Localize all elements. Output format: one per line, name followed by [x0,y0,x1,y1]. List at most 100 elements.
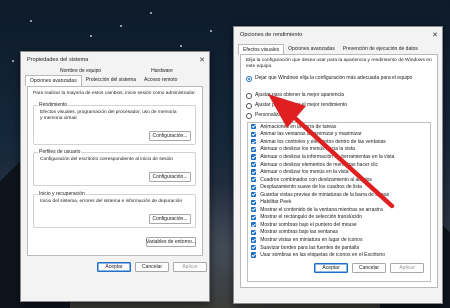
visual-effect-item[interactable]: Atenuar o deslizar elementos de menú tra… [248,161,430,169]
snowflake [120,25,122,27]
performance-group: Rendimiento Efectos visuales, programaci… [33,102,196,145]
close-icon[interactable]: ✕ [428,31,442,39]
checkbox-checked[interactable] [251,237,257,243]
tab-advanced-options[interactable]: Opciones avanzadas [25,75,82,86]
apply-button[interactable]: Aplicar [390,263,424,273]
visual-effect-item[interactable]: Animaciones en la barra de tareas [248,123,430,131]
window-title: Opciones de rendimiento [240,31,303,38]
group-description: Configuración del escritorio correspondi… [40,157,174,162]
visual-effect-label: Atenuar o deslizar los menús en la vista [260,169,349,176]
tab-row: Efectos visuales Opciones avanzadas Prev… [234,42,442,55]
visual-effect-label: Desplazamiento suave de los cuadros de l… [260,184,362,191]
checkbox-checked[interactable] [251,154,257,160]
visual-effect-item[interactable]: Guardar vistas previas de miniaturas de … [248,191,430,199]
checkbox-checked[interactable] [251,214,257,220]
radio-button[interactable] [246,112,252,119]
profiles-settings-button[interactable]: Configuración... [149,172,191,182]
checkbox-checked[interactable] [251,169,257,175]
cancel-button[interactable]: Cancelar [135,262,169,272]
cancel-button[interactable]: Cancelar [352,263,386,273]
checkbox-checked[interactable] [251,229,257,236]
visual-effects-panel: Elija la configuración que desea usar pa… [240,54,438,288]
visual-effect-item[interactable]: Mostrar sombras bajo el puntero del mous… [248,221,430,229]
checkbox-checked[interactable] [251,139,257,145]
visual-effect-item[interactable]: Mostrar sombras bajo las ventanas [248,229,430,237]
tab-data-execution-prevention[interactable]: Prevención de ejecución de datos [339,44,422,54]
radio-best-appearance[interactable]: Ajustar para obtener la mejor apariencia [246,92,344,99]
checkbox-checked[interactable] [251,207,257,213]
snowflake [30,20,32,22]
intro-text: Elija la configuración que desea usar pa… [246,58,432,70]
tab-row-bottom: Opciones avanzadas Protección del sistem… [21,75,209,86]
snowflake [150,12,152,14]
visual-effect-label: Usar sombras en las etiquetas de iconos … [260,252,385,259]
system-properties-window: Propiedades del sistema ✕ Nombre de equi… [20,51,210,302]
visual-effect-label: Atenuar o deslizar los menús hacia la vi… [260,146,355,153]
startup-settings-button[interactable]: Configuración... [149,214,191,224]
visual-effect-item[interactable]: Animar las ventanas al minimizar y maxim… [248,131,430,139]
visual-effect-item[interactable]: Usar sombras en las etiquetas de iconos … [248,251,430,259]
title-bar: Opciones de rendimiento ✕ [234,27,442,42]
accept-button[interactable]: Aceptar [97,262,131,272]
group-title: Inicio y recuperación [38,191,86,197]
environment-variables-button[interactable]: Variables de entorno... [146,237,196,247]
visual-effect-item[interactable]: Mostrar vistas en miniatura en lugar de … [248,236,430,244]
visual-effect-label: Guardar vistas previas de miniaturas de … [260,191,390,198]
checkbox-checked[interactable] [251,199,257,205]
visual-effects-list[interactable]: Animaciones en la barra de tareas Animar … [247,122,431,282]
radio-custom[interactable]: Personalizar: [246,112,284,119]
visual-effect-label: Mostrar sombras bajo el puntero del mous… [260,221,357,228]
visual-effect-item[interactable]: Desplazamiento suave de los cuadros de l… [248,183,430,191]
snowflake [12,60,14,62]
radio-button[interactable] [246,92,252,99]
visual-effect-label: Mostrar el rectángulo de selección trans… [260,214,362,221]
checkbox-checked[interactable] [251,222,257,228]
visual-effect-label: Suavizar bordes para las fuentes de pant… [260,244,360,251]
visual-effect-label: Animaciones en la barra de tareas [260,123,337,130]
checkbox-checked[interactable] [251,161,257,168]
visual-effect-item[interactable]: Suavizar bordes para las fuentes de pant… [248,244,430,252]
visual-effect-item[interactable]: Atenuar o deslizar los menús hacia la vi… [248,146,430,154]
visual-effect-label: Atenuar o deslizar elementos de menú tra… [260,161,379,168]
visual-effect-label: Cuadros combinados con deslizamiento al … [260,176,372,183]
startup-recovery-group: Inicio y recuperación Inicio del sistema… [33,191,196,228]
visual-effect-item[interactable]: Mostrar el rectángulo de selección trans… [248,214,430,222]
radio-label: Ajustar para obtener la mejor apariencia [255,92,344,98]
tab-remote-access[interactable]: Acceso remoto [140,75,181,85]
performance-settings-button[interactable]: Configuración... [149,131,191,141]
visual-effect-item[interactable]: Habilitar Peek [248,198,430,206]
visual-effect-item[interactable]: Mostrar el contenido de la ventana mient… [248,206,430,214]
checkbox-checked[interactable] [251,244,257,251]
tab-advanced-options[interactable]: Opciones avanzadas [284,44,339,54]
group-description: Inicio del sistema, errores del sistema … [40,199,183,204]
visual-effect-item[interactable]: Cuadros combinados con deslizamiento al … [248,176,430,184]
group-title: Perfiles de usuario [38,149,82,155]
radio-button[interactable] [246,102,252,109]
checkbox-checked[interactable] [251,131,257,137]
visual-effect-label: Mostrar el contenido de la ventana mient… [260,206,383,213]
group-title: Rendimiento [38,102,69,108]
visual-effect-item[interactable]: Atenuar o deslizar los menús en la vista [248,168,430,176]
radio-label: Personalizar: [255,112,285,118]
accept-button[interactable]: Aceptar [314,263,348,273]
checkbox-checked[interactable] [251,177,257,183]
checkbox-checked[interactable] [251,146,257,152]
checkbox-checked[interactable] [251,184,257,190]
visual-effect-label: Animar las ventanas al minimizar y maxim… [260,131,362,138]
radio-button-selected[interactable] [246,75,252,82]
tab-system-protection[interactable]: Protección del sistema [82,75,140,85]
visual-effect-label: Habilitar Peek [260,199,292,206]
radio-best-performance[interactable]: Ajustar para obtener el mejor rendimient… [246,102,347,109]
checkbox-checked[interactable] [251,192,257,198]
user-profiles-group: Perfiles de usuario Configuración del es… [33,149,196,186]
checkbox-checked[interactable] [251,124,257,130]
visual-effect-item[interactable]: Atenuar o deslizar la información de her… [248,153,430,161]
close-icon[interactable]: ✕ [195,56,209,64]
visual-effect-item[interactable]: Animar los controles y elementos dentro … [248,138,430,146]
visual-effect-label: Mostrar sombras bajo las ventanas [260,229,338,236]
performance-options-window: Opciones de rendimiento ✕ Efectos visual… [233,26,443,304]
radio-let-windows-choose[interactable]: Dejar que Windows elija la configuración… [246,75,432,82]
checkbox-checked[interactable] [251,252,257,258]
snowflake [90,35,92,37]
apply-button[interactable]: Aplicar [173,262,207,272]
